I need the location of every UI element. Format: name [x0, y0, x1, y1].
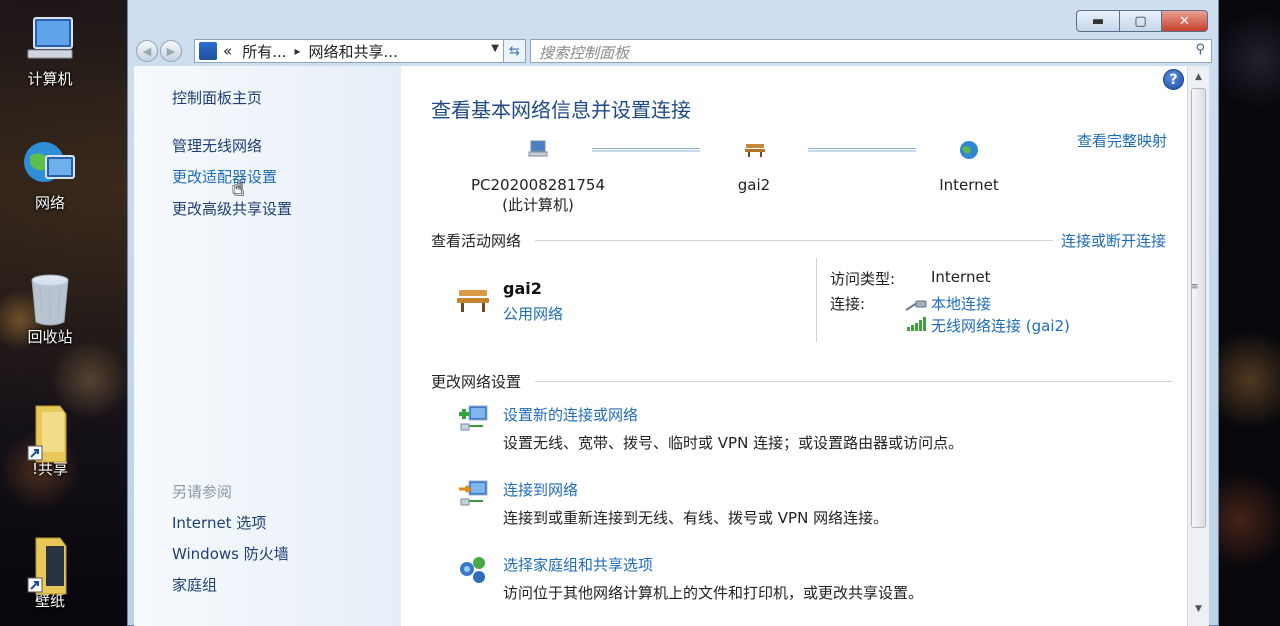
computer-icon	[528, 140, 548, 158]
refresh-button[interactable]: ⇆	[504, 39, 526, 63]
new-connection-icon[interactable]	[457, 402, 489, 432]
homegroup-icon[interactable]	[457, 553, 489, 583]
connect-to-network-desc: 连接到或重新连接到无线、有线、拨号或 VPN 网络连接。	[503, 509, 889, 527]
bench-network-icon	[744, 140, 765, 158]
wifi-signal-icon	[906, 316, 928, 335]
setup-new-connection-link[interactable]: 设置新的连接或网络	[503, 404, 638, 425]
wireless-connection-link[interactable]: 无线网络连接 (gai2)	[931, 315, 1070, 336]
search-input[interactable]: 搜索控制面板 ⚲	[530, 39, 1212, 63]
local-connection-link[interactable]: 本地连接	[931, 293, 991, 314]
scrollbar-thumb[interactable]	[1191, 88, 1206, 528]
sidebar-item-internet-options[interactable]: Internet 选项	[172, 512, 266, 533]
desktop-icon-network[interactable]: 网络	[10, 138, 90, 213]
map-computer-name: PC202008281754	[470, 176, 606, 194]
view-full-map-link[interactable]: 查看完整映射	[1077, 130, 1167, 151]
desktop-icon-wallpaper[interactable]: 壁纸	[10, 536, 90, 611]
sidebar-item-homegroup[interactable]: 家庭组	[172, 574, 217, 595]
desktop-icon-label: 网络	[34, 194, 65, 212]
maximize-button[interactable]: ▢	[1120, 10, 1162, 32]
sidebar-item-adapter-settings[interactable]: 更改适配器设置	[172, 166, 277, 187]
see-also-heading: 另请参阅	[172, 483, 233, 501]
search-placeholder: 搜索控制面板	[539, 44, 630, 62]
section-divider	[535, 240, 1053, 241]
sidebar-item-home[interactable]: 控制面板主页	[172, 87, 262, 108]
active-networks-heading: 查看活动网络	[431, 232, 522, 250]
map-network-name: gai2	[737, 176, 771, 194]
map-computer-sub: (此计算机)	[502, 196, 574, 214]
back-button[interactable]: ◀	[136, 40, 158, 62]
connect-network-icon[interactable]	[457, 477, 489, 507]
recycle-bin-icon	[22, 272, 78, 326]
address-bar: ◀ ▶ « 所有... ▸ 网络和共享... ▼ ⇆ 搜索控制面板 ⚲	[136, 39, 1212, 63]
connect-to-network-link[interactable]: 连接到网络	[503, 479, 578, 500]
page-title: 查看基本网络信息并设置连接	[431, 98, 691, 122]
vertical-divider	[816, 258, 817, 342]
desktop-icon-share[interactable]: !共享	[10, 404, 90, 479]
search-icon[interactable]: ⚲	[1195, 42, 1205, 57]
network-globe-icon	[22, 138, 78, 188]
sidebar-item-advanced-sharing[interactable]: 更改高级共享设置	[172, 198, 292, 219]
breadcrumb-overflow[interactable]: «	[223, 42, 232, 60]
desktop-icon-label: 回收站	[27, 328, 73, 346]
breadcrumb-item-all[interactable]: 所有...	[242, 41, 286, 62]
map-connector-line	[808, 148, 916, 152]
sidebar-item-manage-wireless[interactable]: 管理无线网络	[172, 135, 262, 156]
access-type-label: 访问类型:	[830, 270, 896, 288]
map-node-network[interactable]: gai2	[724, 140, 784, 194]
forward-button[interactable]: ▶	[160, 40, 182, 62]
sidebar-item-firewall[interactable]: Windows 防火墙	[172, 543, 289, 564]
map-internet-label: Internet	[939, 176, 999, 194]
desktop-icon-label: 计算机	[27, 70, 73, 88]
internet-globe-icon	[959, 140, 979, 159]
help-icon[interactable]: ?	[1163, 69, 1184, 90]
map-node-internet[interactable]: Internet	[928, 140, 1010, 194]
breadcrumb[interactable]: « 所有... ▸ 网络和共享... ▼	[194, 39, 504, 63]
close-button[interactable]: ✕	[1162, 10, 1208, 32]
folder-shortcut-icon	[22, 536, 78, 595]
hand-cursor-icon: ☝	[232, 176, 245, 200]
scrollbar-grip-icon: ≡	[1191, 282, 1199, 292]
map-node-computer[interactable]: PC202008281754 (此计算机)	[468, 140, 608, 215]
minimize-button[interactable]: ▬	[1076, 10, 1120, 32]
breadcrumb-item-network[interactable]: 网络和共享...	[309, 41, 398, 62]
connect-disconnect-link[interactable]: 连接或断开连接	[1061, 230, 1166, 251]
bench-network-icon	[456, 286, 490, 318]
active-network-type-link[interactable]: 公用网络	[503, 303, 563, 324]
homegroup-sharing-link[interactable]: 选择家庭组和共享选项	[503, 554, 653, 575]
window-controls: ▬ ▢ ✕	[1076, 10, 1208, 32]
active-network-name: gai2	[503, 279, 542, 298]
connections-label: 连接:	[830, 295, 866, 313]
change-settings-heading: 更改网络设置	[431, 373, 522, 391]
computer-icon	[22, 14, 78, 64]
scroll-down-arrow-icon[interactable]: ▼	[1188, 600, 1209, 618]
ethernet-cable-icon	[905, 297, 927, 316]
desktop-icon-recycle-bin[interactable]: 回收站	[10, 272, 90, 347]
chevron-down-icon[interactable]: ▼	[491, 43, 499, 54]
scroll-up-arrow-icon[interactable]: ▲	[1188, 68, 1209, 86]
desktop-icon-computer[interactable]: 计算机	[10, 14, 90, 89]
section-divider	[535, 381, 1173, 382]
setup-new-connection-desc: 设置无线、宽带、拨号、临时或 VPN 连接；或设置路由器或访问点。	[503, 434, 964, 452]
access-type-value: Internet	[931, 268, 991, 286]
breadcrumb-separator-icon[interactable]: ▸	[295, 44, 301, 58]
homegroup-sharing-desc: 访问位于其他网络计算机上的文件和打印机，或更改共享设置。	[503, 584, 924, 602]
map-connector-line	[592, 148, 700, 152]
control-panel-icon	[199, 42, 217, 60]
folder-shortcut-icon	[22, 404, 78, 463]
vertical-scrollbar[interactable]: ▲ ≡ ▼	[1187, 66, 1209, 626]
